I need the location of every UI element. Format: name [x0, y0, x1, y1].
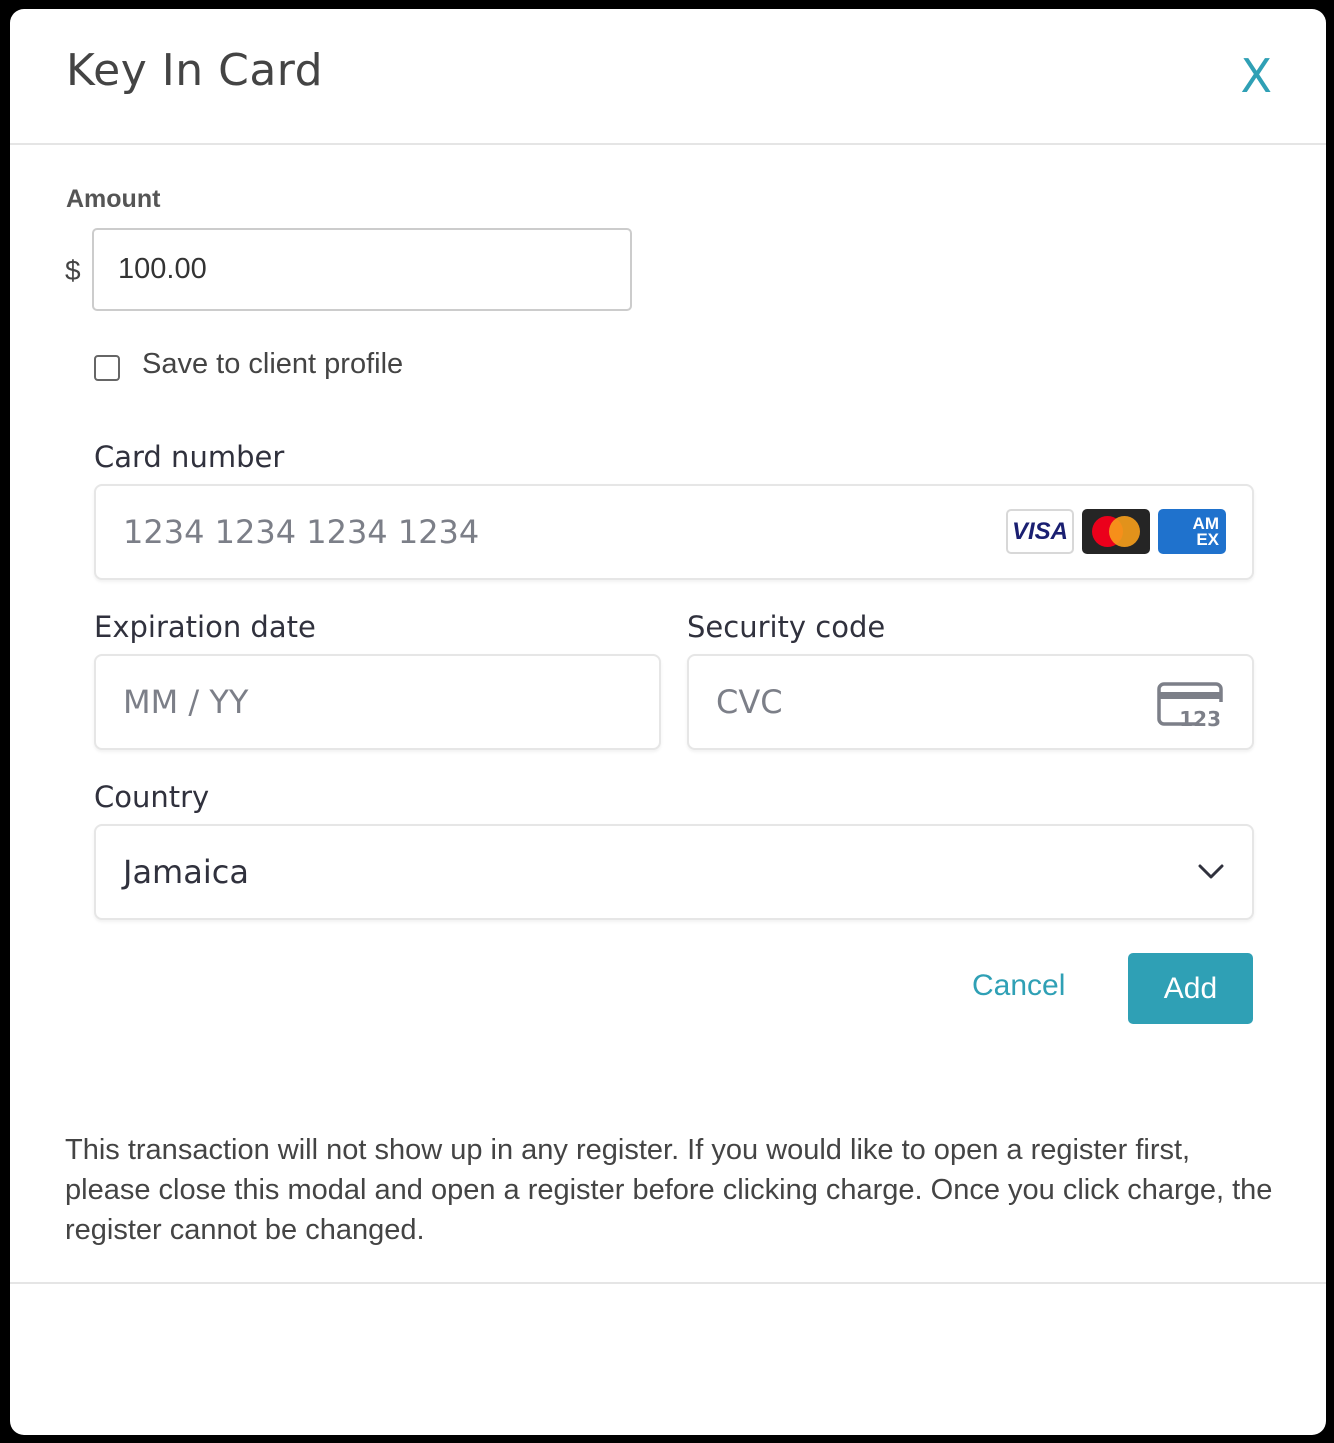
visa-icon: VISA — [1006, 509, 1074, 554]
cancel-button[interactable]: Cancel — [972, 969, 1065, 1003]
amex-icon: AM EX — [1158, 509, 1226, 554]
security-code-field[interactable]: CVC 123 — [687, 654, 1254, 750]
svg-text:123: 123 — [1179, 707, 1221, 728]
modal-title: Key In Card — [66, 45, 324, 96]
card-number-field[interactable]: 1234 1234 1234 1234 VISA AM EX — [94, 484, 1254, 580]
country-selected-value: Jamaica — [123, 853, 249, 891]
save-to-profile-label: Save to client profile — [142, 348, 404, 380]
country-label: Country — [94, 780, 210, 814]
modal-header: Key In Card X — [10, 9, 1326, 145]
expiration-date-placeholder: MM / YY — [123, 683, 249, 721]
mastercard-icon — [1082, 509, 1150, 554]
amount-input[interactable] — [92, 228, 632, 311]
security-code-placeholder: CVC — [716, 683, 783, 721]
cvc-card-icon: 123 — [1157, 682, 1223, 728]
currency-symbol: $ — [65, 255, 81, 286]
card-brands: VISA AM EX — [1006, 509, 1226, 554]
card-number-label: Card number — [94, 440, 285, 474]
add-button[interactable]: Add — [1128, 953, 1253, 1024]
chevron-down-icon — [1198, 864, 1224, 879]
register-notice: This transaction will not show up in any… — [65, 1134, 1273, 1246]
footer-divider — [10, 1282, 1326, 1284]
expiration-date-field[interactable]: MM / YY — [94, 654, 661, 750]
card-number-placeholder: 1234 1234 1234 1234 — [123, 513, 480, 551]
amount-label: Amount — [66, 185, 161, 213]
country-select[interactable]: Jamaica — [94, 824, 1254, 920]
expiration-date-label: Expiration date — [94, 610, 316, 644]
security-code-label: Security code — [687, 610, 886, 644]
close-button[interactable]: X — [1240, 49, 1272, 103]
save-to-profile-checkbox[interactable] — [94, 355, 120, 381]
key-in-card-modal: Key In Card X Amount $ Save to client pr… — [10, 9, 1326, 1435]
